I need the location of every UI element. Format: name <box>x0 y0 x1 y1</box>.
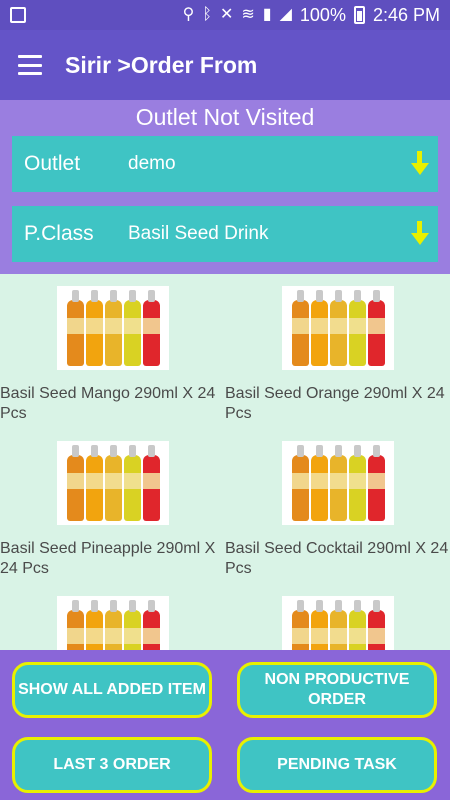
signal-icon: ◢ <box>279 6 292 23</box>
location-icon: ⚲ <box>182 6 195 23</box>
sim-icon: ▮ <box>262 6 272 23</box>
product-name: Basil Seed Orange 290ml X 24 Pcs <box>225 385 445 422</box>
product-name: Basil Seed Pineapple 290ml X 24 Pcs <box>0 540 216 577</box>
battery-percent: 100% <box>299 4 346 25</box>
product-image <box>57 441 169 525</box>
product-item[interactable]: Basil Seed Cocktail 290ml X 24 Pcs <box>225 429 450 584</box>
product-class-select[interactable]: P.Class Basil Seed Drink <box>12 206 438 262</box>
product-item[interactable]: Basil Seed Mango 290ml X 24 Pcs <box>0 274 225 429</box>
app-bar: Sirir >Order From <box>0 30 450 100</box>
product-class-select-label: P.Class <box>24 222 94 245</box>
outlet-select[interactable]: Outlet demo <box>12 136 438 192</box>
product-image <box>57 286 169 370</box>
mute-icon: ✕ <box>219 6 234 23</box>
outlet-select-label: Outlet <box>24 152 81 175</box>
arrow-down-icon <box>410 149 430 179</box>
bluetooth-icon: ᛒ <box>202 6 212 23</box>
product-name: Basil Seed Mango 290ml X 24 Pcs <box>0 385 216 422</box>
product-item[interactable] <box>225 584 450 650</box>
product-image <box>282 286 394 370</box>
non-productive-order-button[interactable]: NON PRODUCTIVE ORDER <box>237 662 437 718</box>
wifi-icon: ≋ <box>241 6 255 23</box>
order-header-panel: Outlet Not Visited Outlet demo P.Class B… <box>0 100 450 274</box>
product-image <box>282 441 394 525</box>
product-class-select-value: Basil Seed Drink <box>128 223 269 244</box>
product-image <box>282 596 394 650</box>
menu-icon[interactable] <box>18 55 42 75</box>
product-name: Basil Seed Cocktail 290ml X 24 Pcs <box>225 540 449 577</box>
product-item[interactable]: Basil Seed Pineapple 290ml X 24 Pcs <box>0 429 225 584</box>
show-all-added-item-button[interactable]: SHOW ALL ADDED ITEM <box>12 662 212 718</box>
action-panel: SHOW ALL ADDED ITEM NON PRODUCTIVE ORDER… <box>0 650 450 800</box>
status-bar: ⚲ ᛒ ✕ ≋ ▮ ◢ 100% 2:46 PM <box>0 0 450 30</box>
arrow-down-icon <box>410 219 430 249</box>
product-item[interactable]: Basil Seed Orange 290ml X 24 Pcs <box>225 274 450 429</box>
page-title: Sirir >Order From <box>65 51 258 78</box>
product-item[interactable] <box>0 584 225 650</box>
gallery-notification-icon <box>10 7 26 23</box>
clock: 2:46 PM <box>372 4 440 25</box>
product-grid: Basil Seed Mango 290ml X 24 Pcs Basil Se… <box>0 274 450 650</box>
pending-task-button[interactable]: PENDING TASK <box>237 737 437 793</box>
outlet-select-value: demo <box>128 153 176 174</box>
battery-icon <box>353 6 365 24</box>
product-image <box>57 596 169 650</box>
last-3-order-button[interactable]: LAST 3 ORDER <box>12 737 212 793</box>
outlet-status-text: Outlet Not Visited <box>135 104 315 130</box>
